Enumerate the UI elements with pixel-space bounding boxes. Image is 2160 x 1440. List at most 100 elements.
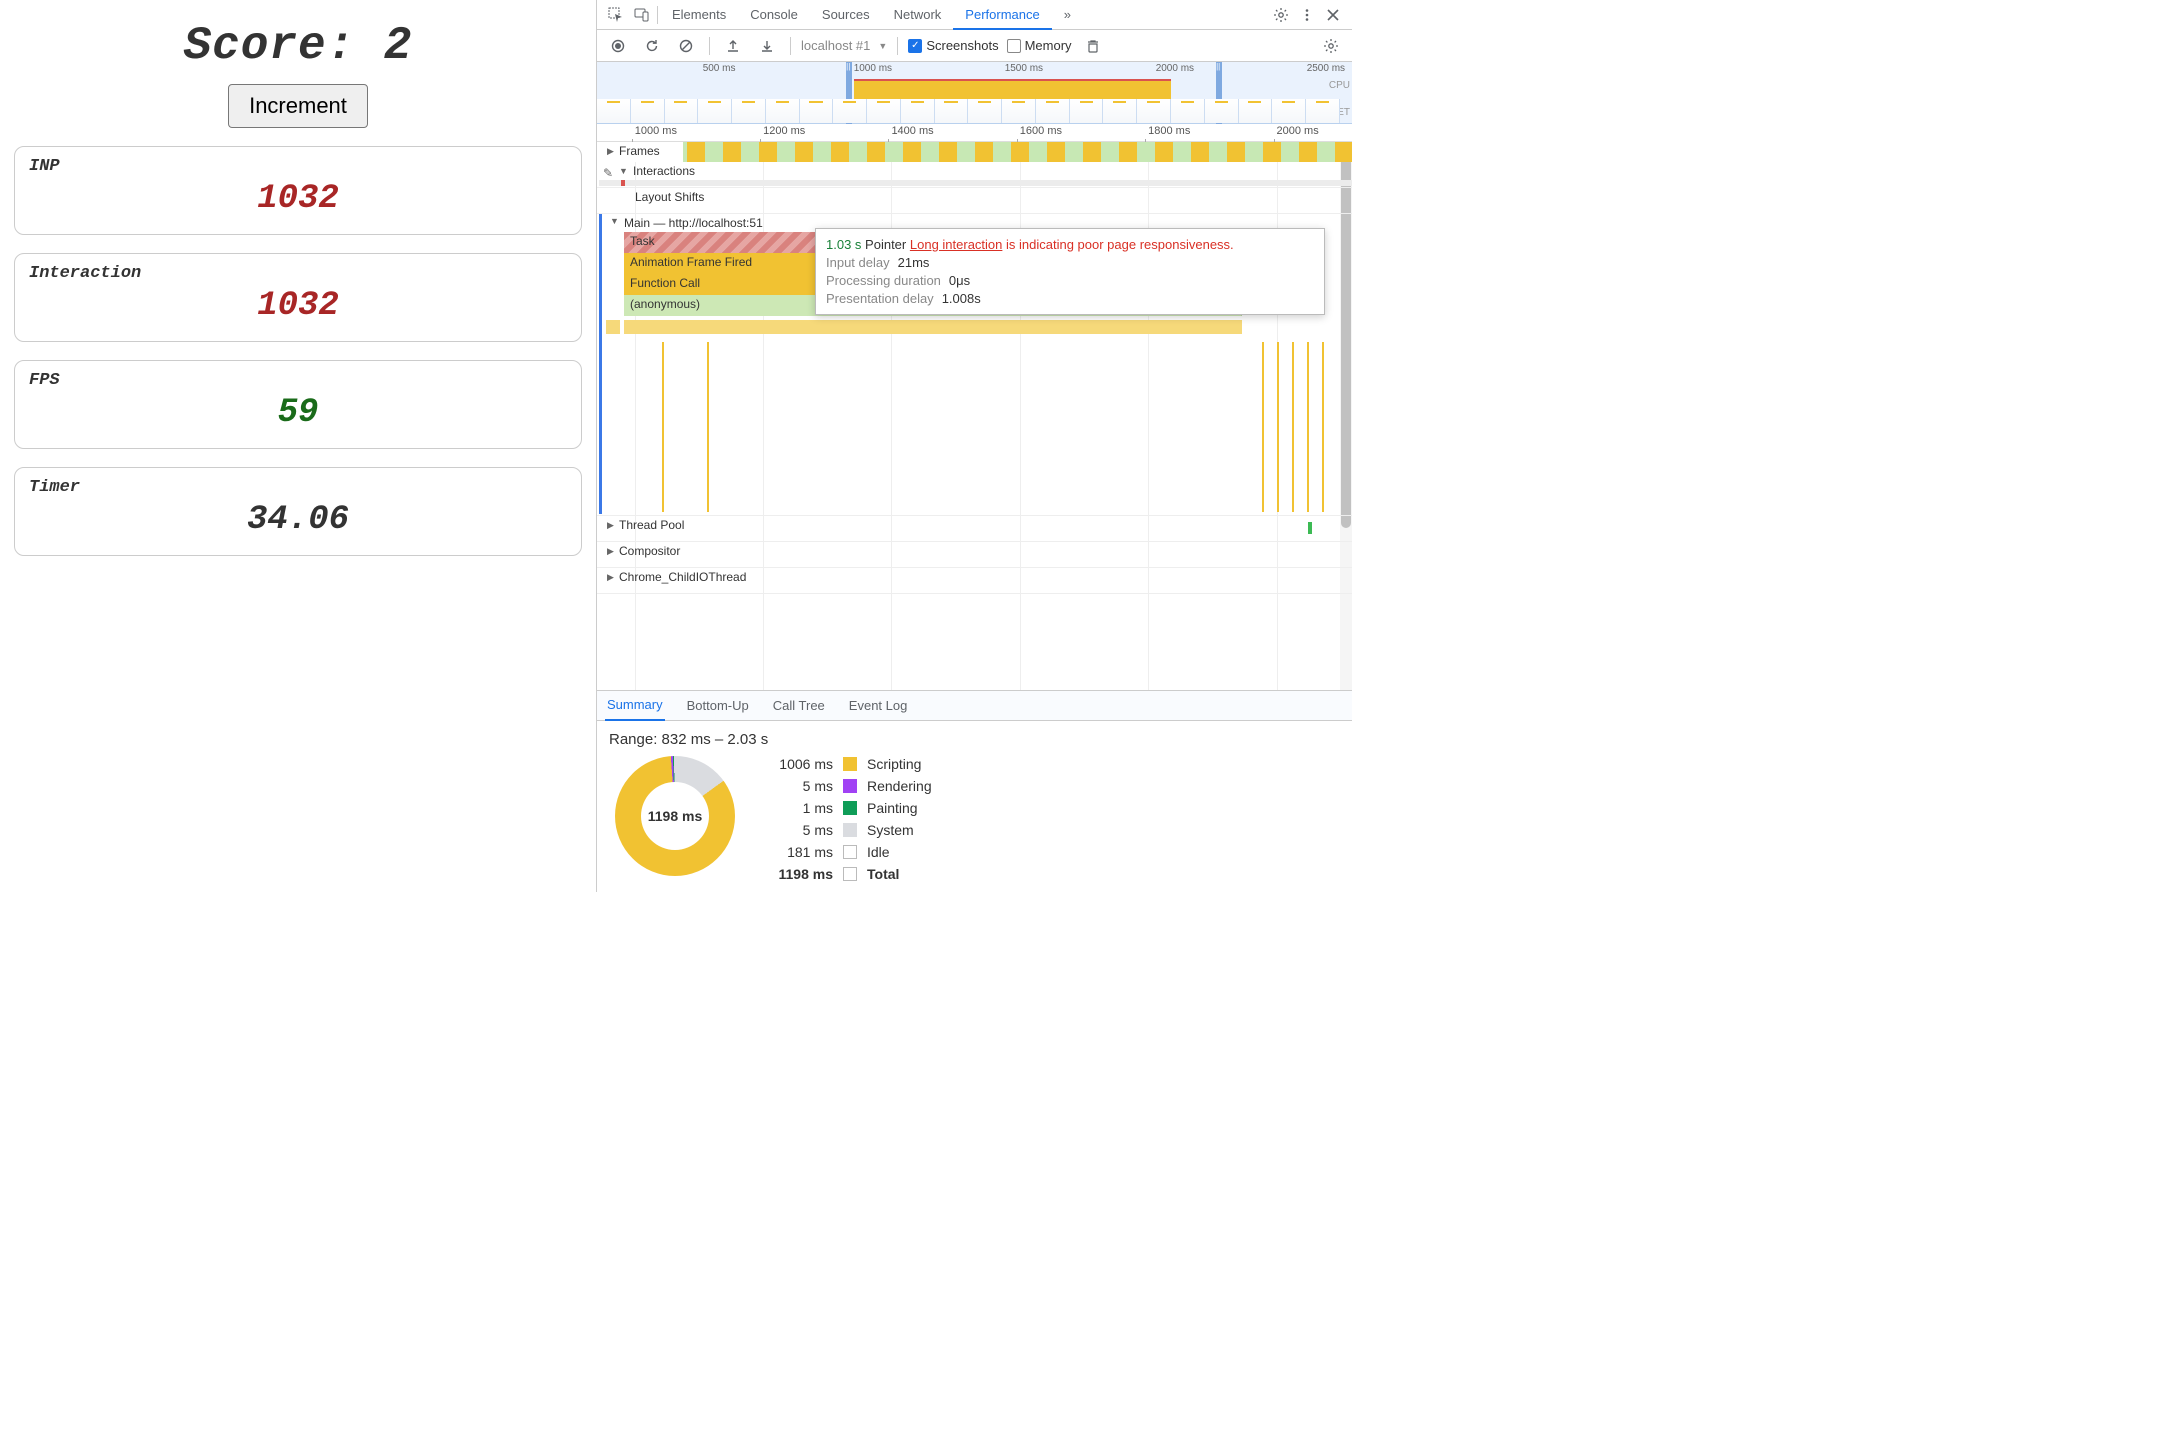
screenshots-label: Screenshots xyxy=(926,38,998,53)
interactions-label: Interactions xyxy=(633,164,695,178)
timeline-tick: 1000 ms xyxy=(635,125,677,137)
gear-icon[interactable] xyxy=(1318,33,1344,59)
timeline-body[interactable]: ▶ Frames ✎ ▼ Interactions xyxy=(597,142,1352,690)
tab-console[interactable]: Console xyxy=(738,0,810,30)
profile-select[interactable]: localhost #1 ▼ xyxy=(801,38,887,53)
devtools-pane: Elements Console Sources Network Perform… xyxy=(596,0,1352,892)
memory-checkbox[interactable]: Memory xyxy=(1007,38,1072,53)
tooltip-row-value: 21ms xyxy=(898,255,930,270)
overview-minimap[interactable]: 500 ms 1000 ms 1500 ms 2000 ms 2500 ms C… xyxy=(597,62,1352,124)
metric-value-inp: 1032 xyxy=(29,180,567,218)
donut-center-value: 1198 ms xyxy=(615,756,735,876)
compositor-track[interactable]: ▶ Compositor xyxy=(597,542,1352,568)
legend-row-rendering: 5 ms Rendering xyxy=(761,778,932,794)
metric-value-timer: 34.06 xyxy=(29,501,567,539)
disclosure-right-icon[interactable]: ▶ xyxy=(607,146,614,157)
layout-shifts-track[interactable]: Layout Shifts xyxy=(597,188,1352,214)
increment-button[interactable]: Increment xyxy=(228,84,368,128)
tab-call-tree[interactable]: Call Tree xyxy=(771,698,827,713)
summary-range: Range: 832 ms – 2.03 s xyxy=(609,731,1340,748)
checkbox-checked-icon: ✓ xyxy=(908,39,922,53)
legend-row-scripting: 1006 ms Scripting xyxy=(761,756,932,772)
timeline-ruler: 1000 ms 1200 ms 1400 ms 1600 ms 1800 ms … xyxy=(597,124,1352,142)
reload-record-icon[interactable] xyxy=(639,33,665,59)
chevron-down-icon: ▼ xyxy=(878,41,887,51)
score-title: Score: 2 xyxy=(14,20,582,72)
tab-elements[interactable]: Elements xyxy=(660,0,738,30)
timeline-tick: 1800 ms xyxy=(1148,125,1190,137)
legend-swatch-rendering xyxy=(843,779,857,793)
interaction-tooltip: 1.03 s Pointer Long interaction is indic… xyxy=(815,228,1325,315)
edit-icon[interactable]: ✎ xyxy=(603,166,613,180)
timeline-tick: 1400 ms xyxy=(891,125,933,137)
summary-tabstrip: Summary Bottom-Up Call Tree Event Log xyxy=(597,691,1352,721)
legend-row-idle: 181 ms Idle xyxy=(761,844,932,860)
summary-legend: 1006 ms Scripting 5 ms Rendering 1 ms Pa… xyxy=(761,756,932,882)
frames-track[interactable]: ▶ Frames xyxy=(597,142,1352,162)
inspect-element-icon[interactable] xyxy=(603,2,629,28)
interaction-bar[interactable] xyxy=(599,180,1352,186)
disclosure-right-icon[interactable]: ▶ xyxy=(607,546,614,557)
screenshots-checkbox[interactable]: ✓ Screenshots xyxy=(908,38,998,53)
thread-pool-event[interactable] xyxy=(1308,522,1312,534)
legend-row-system: 5 ms System xyxy=(761,822,932,838)
timeline-tick: 1600 ms xyxy=(1020,125,1062,137)
metric-label: Timer xyxy=(29,478,567,497)
gear-icon[interactable] xyxy=(1268,2,1294,28)
devtools-tabstrip: Elements Console Sources Network Perform… xyxy=(597,0,1352,30)
tab-summary[interactable]: Summary xyxy=(605,691,665,721)
gc-icon[interactable] xyxy=(1080,33,1106,59)
disclosure-right-icon[interactable]: ▶ xyxy=(607,572,614,583)
tab-network[interactable]: Network xyxy=(882,0,954,30)
tab-bottom-up[interactable]: Bottom-Up xyxy=(685,698,751,713)
interactions-track[interactable]: ✎ ▼ Interactions xyxy=(597,162,1352,188)
tooltip-duration: 1.03 s xyxy=(826,237,861,252)
flame-timeline[interactable]: 1000 ms 1200 ms 1400 ms 1600 ms 1800 ms … xyxy=(597,124,1352,691)
tab-sources[interactable]: Sources xyxy=(810,0,882,30)
flame-bar[interactable] xyxy=(606,320,620,334)
tab-more[interactable]: » xyxy=(1052,0,1083,30)
metric-label: INP xyxy=(29,157,567,176)
legend-ms: 1198 ms xyxy=(761,866,833,882)
metric-label: FPS xyxy=(29,371,567,390)
profile-select-label: localhost #1 xyxy=(801,38,870,53)
legend-swatch-painting xyxy=(843,801,857,815)
tooltip-rest: is indicating poor page responsiveness. xyxy=(1006,237,1234,252)
device-toggle-icon[interactable] xyxy=(629,2,655,28)
overview-ruler: 500 ms 1000 ms 1500 ms 2000 ms 2500 ms xyxy=(597,62,1352,77)
flame-bar[interactable] xyxy=(624,320,1242,334)
tab-event-log[interactable]: Event Log xyxy=(847,698,910,713)
overview-cpu-label: CPU xyxy=(1329,80,1350,91)
tab-performance[interactable]: Performance xyxy=(953,0,1051,30)
interaction-marker[interactable] xyxy=(621,180,625,186)
thread-pool-label: Thread Pool xyxy=(619,518,684,532)
legend-name: Painting xyxy=(867,800,918,816)
clear-icon[interactable] xyxy=(673,33,699,59)
metric-card-timer: Timer 34.06 xyxy=(14,467,582,556)
legend-name: Rendering xyxy=(867,778,932,794)
upload-icon[interactable] xyxy=(720,33,746,59)
child-io-track[interactable]: ▶ Chrome_ChildIOThread xyxy=(597,568,1352,594)
close-icon[interactable] xyxy=(1320,2,1346,28)
disclosure-down-icon[interactable]: ▼ xyxy=(619,166,628,176)
checkbox-unchecked-icon xyxy=(1007,39,1021,53)
metric-card-inp: INP 1032 xyxy=(14,146,582,235)
record-icon[interactable] xyxy=(605,33,631,59)
disclosure-down-icon[interactable]: ▼ xyxy=(610,216,619,226)
download-icon[interactable] xyxy=(754,33,780,59)
legend-ms: 1006 ms xyxy=(761,756,833,772)
thread-pool-track[interactable]: ▶ Thread Pool xyxy=(597,516,1352,542)
overview-thumbnails xyxy=(597,99,1340,123)
tooltip-link[interactable]: Long interaction xyxy=(910,237,1003,252)
legend-swatch-scripting xyxy=(843,757,857,771)
disclosure-right-icon[interactable]: ▶ xyxy=(607,520,614,531)
frames-label: Frames xyxy=(619,144,660,158)
main-thread-label: Main — http://localhost:51 xyxy=(624,216,763,230)
legend-ms: 5 ms xyxy=(761,778,833,794)
legend-ms: 181 ms xyxy=(761,844,833,860)
legend-ms: 1 ms xyxy=(761,800,833,816)
tooltip-row-label: Processing duration xyxy=(826,273,941,288)
kebab-menu-icon[interactable] xyxy=(1294,2,1320,28)
legend-swatch-system xyxy=(843,823,857,837)
legend-swatch-idle xyxy=(843,845,857,859)
